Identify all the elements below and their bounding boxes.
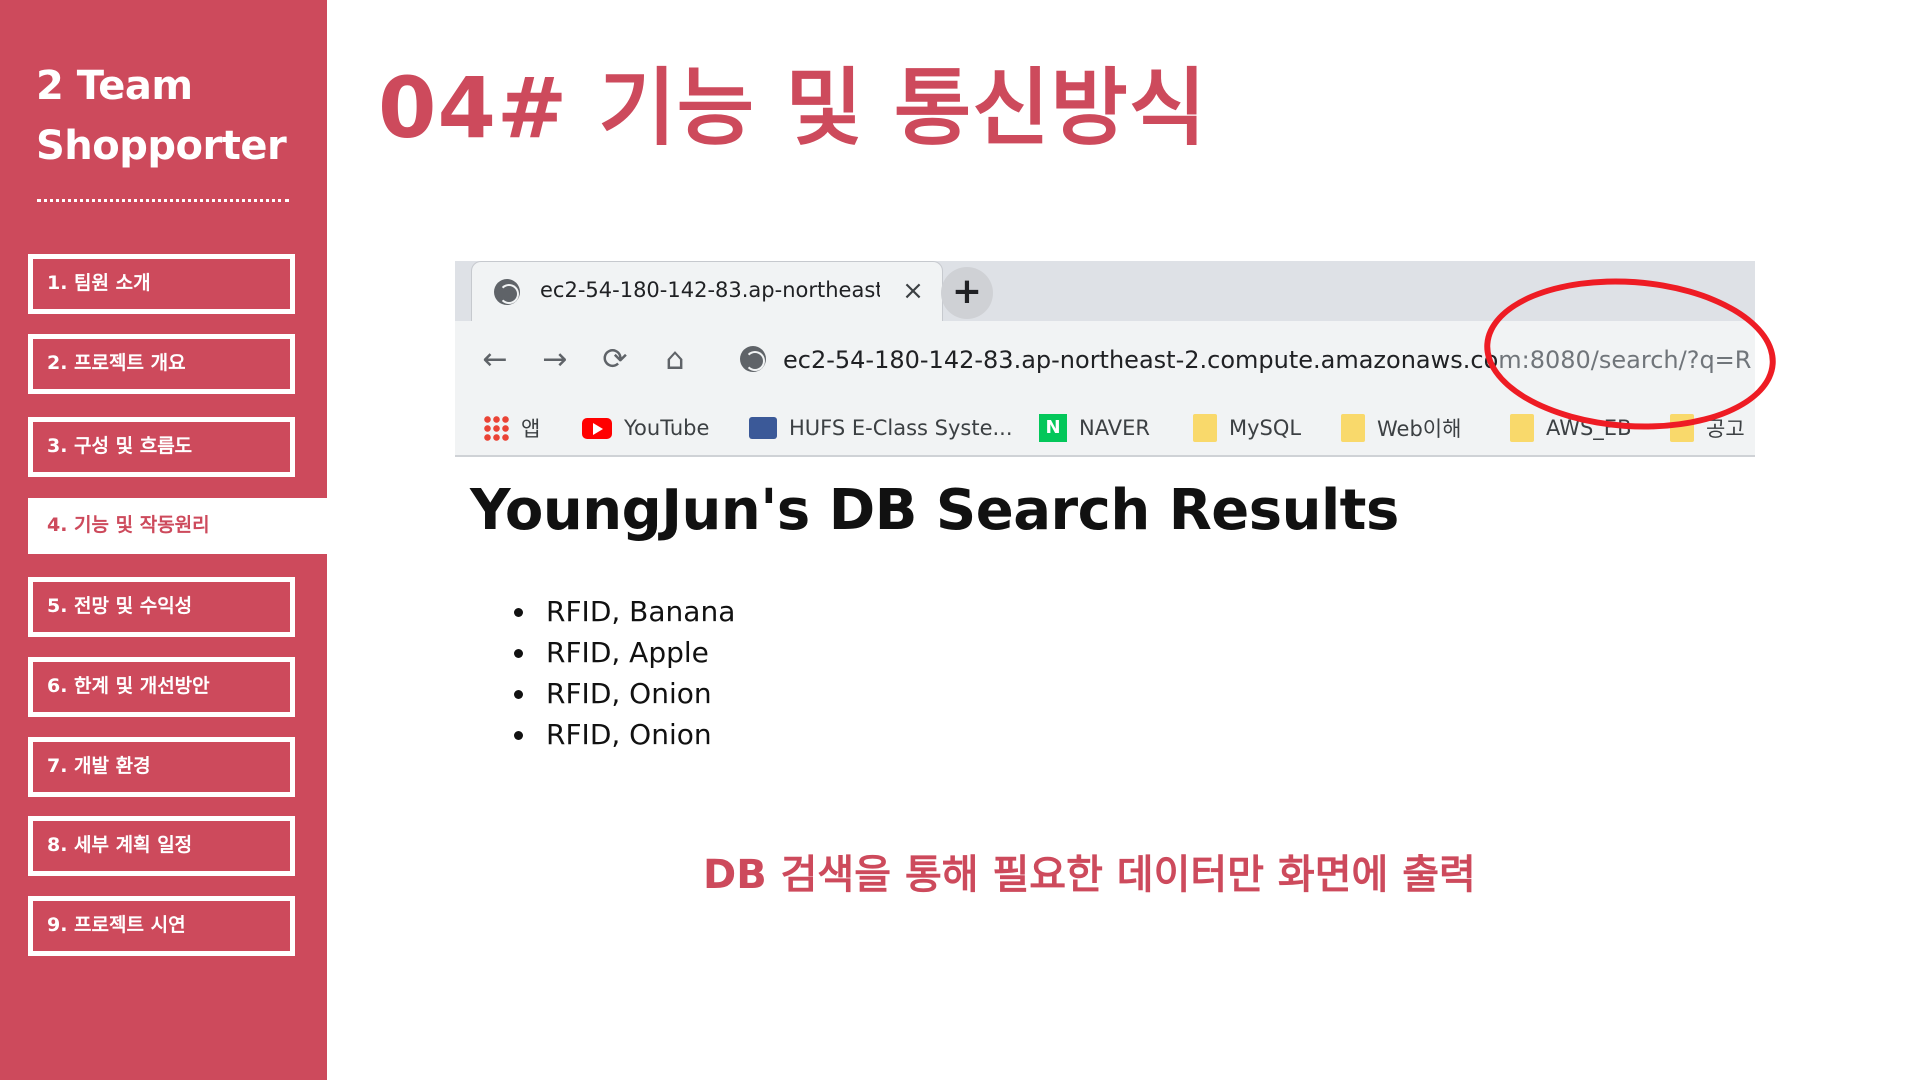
forward-arrow-icon[interactable]: → xyxy=(535,340,575,380)
nav-item-team-intro[interactable]: 1. 팀원 소개 xyxy=(28,254,295,314)
apps-icon xyxy=(483,415,509,441)
tab-title: ec2-54-180-142-83.ap-northeast xyxy=(540,278,880,302)
bookmark-youtube[interactable]: YouTube xyxy=(582,413,709,443)
folder-icon xyxy=(1341,414,1365,442)
youtube-icon xyxy=(582,417,612,439)
url-host: ec2-54-180-142-83.ap-northeast-2.compute… xyxy=(783,346,1499,374)
close-tab-button[interactable]: × xyxy=(896,274,930,308)
nav-item-limits-improvement[interactable]: 6. 한계 및 개선방안 xyxy=(28,657,295,717)
nav-item-dev-environment[interactable]: 7. 개발 환경 xyxy=(28,737,295,797)
slide-caption: DB 검색을 통해 필요한 데이터만 화면에 출력 xyxy=(703,852,1476,898)
nav-item-structure-flow[interactable]: 3. 구성 및 흐름도 xyxy=(28,417,295,477)
list-item: RFID, Onion xyxy=(508,714,735,755)
search-results-heading: YoungJun's DB Search Results xyxy=(470,478,1399,543)
list-item: RFID, Apple xyxy=(508,632,735,673)
nav-item-demo[interactable]: 9. 프로젝트 시연 xyxy=(28,896,295,956)
hufs-icon xyxy=(749,417,777,439)
dotted-divider xyxy=(37,199,289,202)
team-name: Shopporter xyxy=(36,123,287,169)
nav-item-outlook-profit[interactable]: 5. 전망 및 수익성 xyxy=(28,577,295,637)
globe-icon xyxy=(494,279,520,305)
bookmark-apps[interactable]: 앱 xyxy=(483,413,540,443)
team-title: 2 Team Shopporter xyxy=(36,56,316,176)
sidebar: 2 Team Shopporter 1. 팀원 소개 2. 프로젝트 개요 3.… xyxy=(0,0,327,1080)
search-results-list: RFID, Banana RFID, Apple RFID, Onion RFI… xyxy=(508,591,735,755)
bookmark-web[interactable]: Web이해 xyxy=(1341,413,1461,443)
home-icon[interactable]: ⌂ xyxy=(655,340,695,380)
team-number: 2 Team xyxy=(36,63,193,109)
bookmark-label: HUFS E-Class Syste... xyxy=(789,416,1013,440)
browser-tab[interactable]: ec2-54-180-142-83.ap-northeast × xyxy=(471,261,943,321)
nav-item-project-overview[interactable]: 2. 프로젝트 개요 xyxy=(28,334,295,394)
new-tab-button[interactable]: + xyxy=(941,267,993,319)
nav-item-schedule[interactable]: 8. 세부 계획 일정 xyxy=(28,816,295,876)
slide-title: 04# 기능 및 통신방식 xyxy=(378,59,1207,157)
bookmark-label: 앱 xyxy=(521,417,541,441)
folder-icon xyxy=(1193,414,1217,442)
back-arrow-icon[interactable]: ← xyxy=(475,340,515,380)
bookmark-label: YouTube xyxy=(624,416,710,440)
bookmark-label: MySQL xyxy=(1229,416,1302,440)
site-info-icon[interactable] xyxy=(740,346,766,372)
list-item: RFID, Onion xyxy=(508,673,735,714)
reload-icon[interactable]: ⟳ xyxy=(595,340,635,380)
bookmark-hufs[interactable]: HUFS E-Class Syste... xyxy=(749,413,1013,443)
naver-icon: N xyxy=(1039,414,1067,442)
bookmark-naver[interactable]: N NAVER xyxy=(1039,413,1150,443)
list-item: RFID, Banana xyxy=(508,591,735,632)
nav-item-features-active[interactable]: 4. 기능 및 작동원리 xyxy=(28,498,327,554)
folder-icon xyxy=(1510,414,1534,442)
bookmark-mysql[interactable]: MySQL xyxy=(1193,413,1301,443)
bookmark-label: Web이해 xyxy=(1377,417,1462,441)
bookmark-label: NAVER xyxy=(1079,416,1150,440)
